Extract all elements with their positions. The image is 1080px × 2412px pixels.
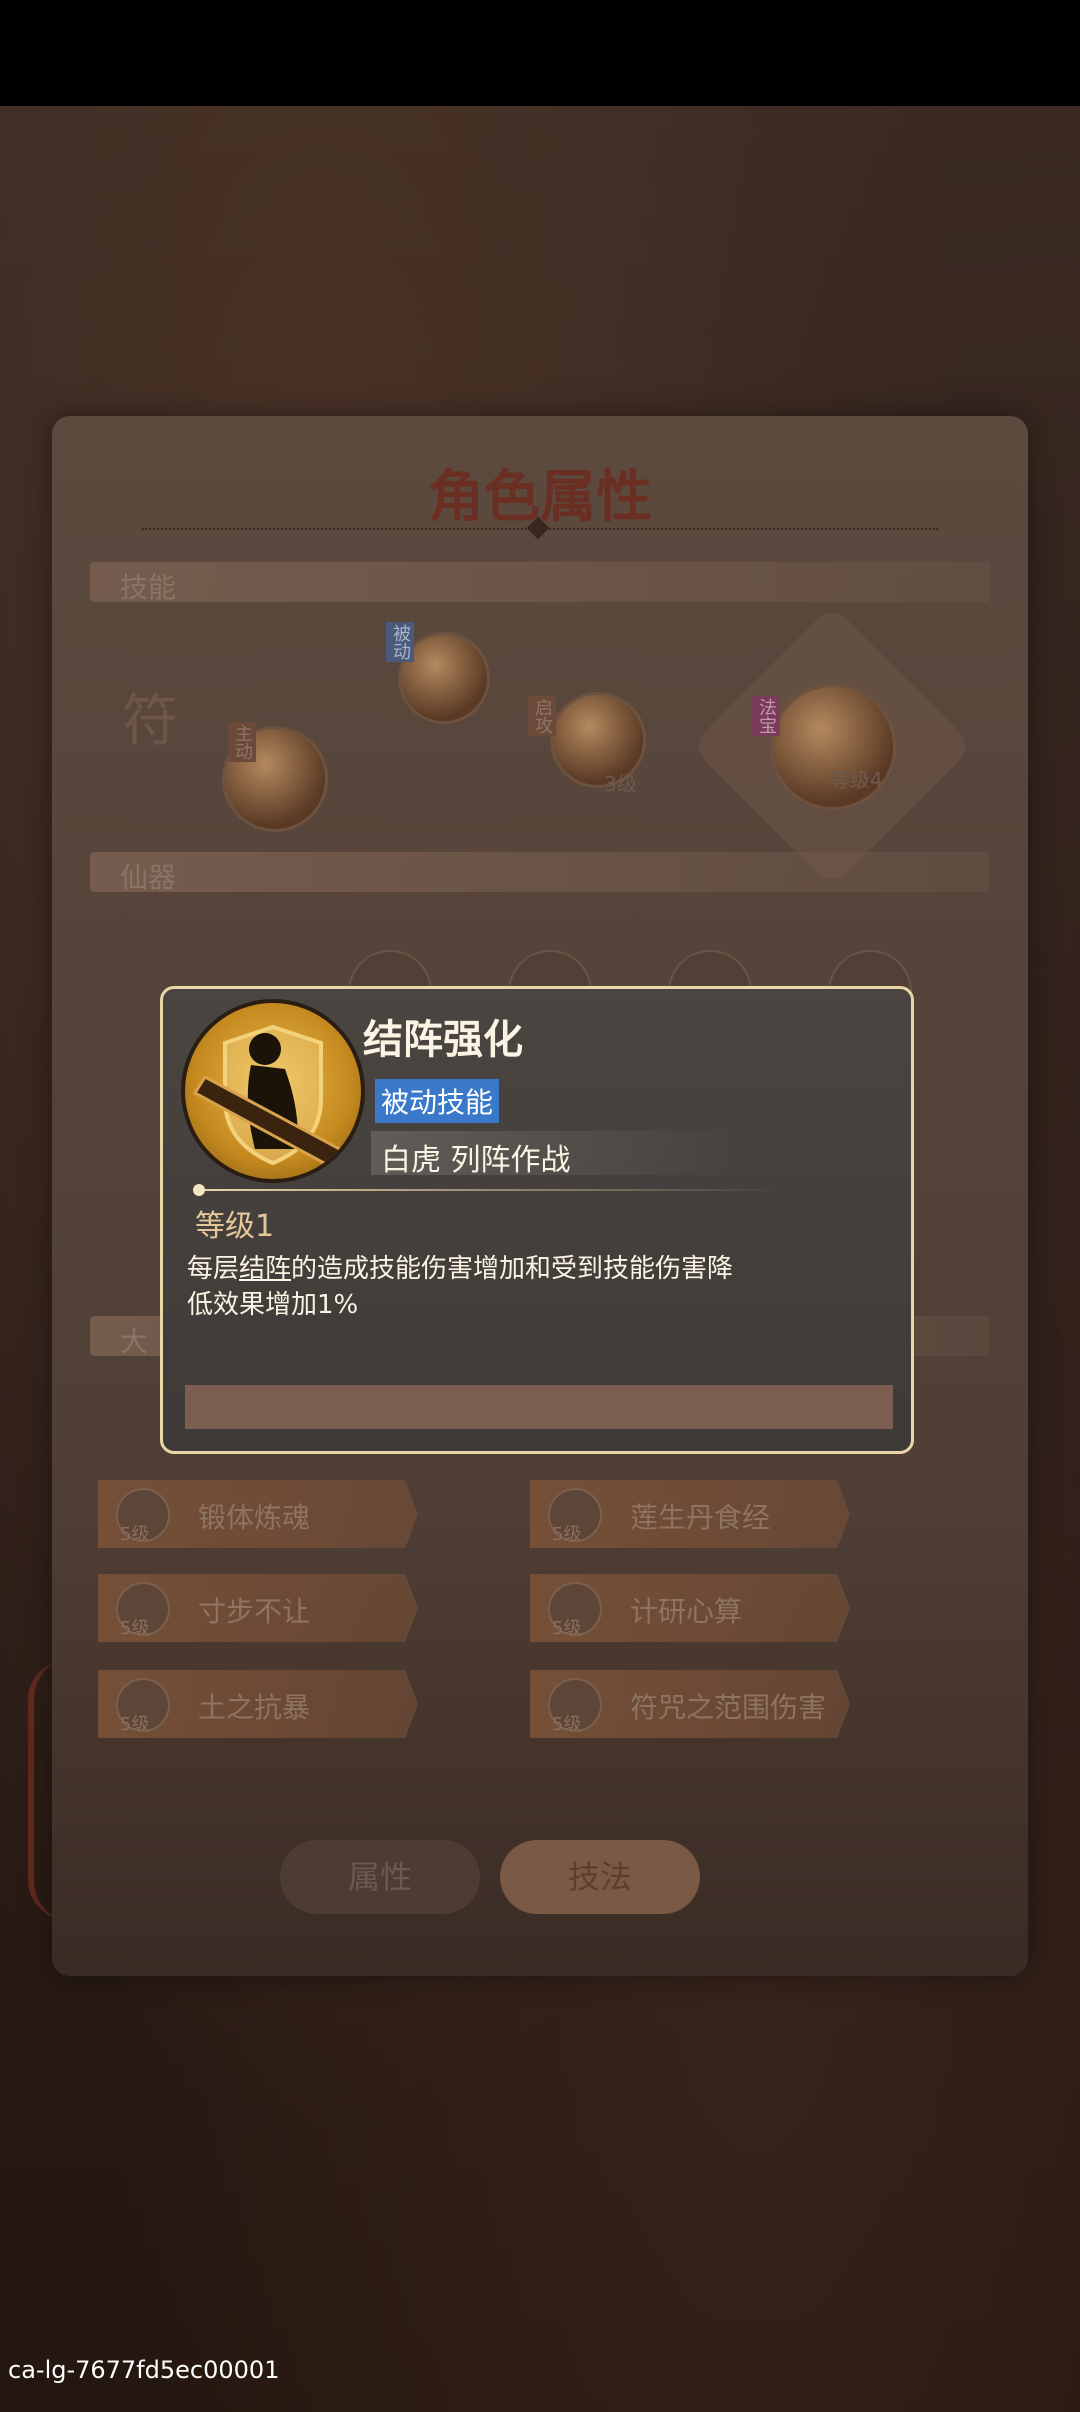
- attack-skill-tag: 启攻: [528, 696, 556, 736]
- talent-level: 5级: [120, 1618, 150, 1639]
- section-label-skills: 技能: [120, 571, 177, 604]
- talent-label: 寸步不让: [198, 1595, 311, 1628]
- skill-description-prefix: 每层: [187, 1254, 240, 1284]
- talent-item[interactable]: 5级 莲生丹食经: [530, 1480, 850, 1548]
- talent-item[interactable]: 5级 土之抗暴: [98, 1670, 418, 1738]
- popup-divider-dot: [193, 1184, 205, 1196]
- talent-level: 5级: [120, 1524, 150, 1545]
- skill-description: 每层结阵的造成技能伤害增加和受到技能伤害降低效果增加1%: [187, 1251, 747, 1323]
- section-label-xianqi: 仙器: [120, 861, 177, 894]
- skill-group: 白虎 列阵作战: [381, 1143, 571, 1178]
- skill-keyword-link[interactable]: 结阵: [239, 1254, 291, 1284]
- skill-name: 结阵强化: [363, 1017, 523, 1063]
- skill-level: 等级1: [195, 1209, 275, 1244]
- talent-label: 莲生丹食经: [630, 1501, 771, 1534]
- section-header-skills: 技能: [90, 562, 990, 604]
- talent-level: 5级: [552, 1524, 582, 1545]
- section-label-talent: 大: [120, 1325, 149, 1358]
- talent-label: 锻体炼魂: [198, 1501, 311, 1534]
- watermark-text: ca-lg-7677fd5ec00001: [8, 2356, 280, 2384]
- talent-item[interactable]: 5级 锻体炼魂: [98, 1480, 418, 1548]
- artifact-tag: 法宝: [752, 696, 780, 736]
- fu-label: 符: [122, 689, 178, 754]
- tab-skills[interactable]: 技法: [500, 1840, 700, 1914]
- talent-label: 土之抗暴: [198, 1691, 311, 1724]
- talent-label: 符咒之范围伤害: [630, 1691, 827, 1724]
- popup-footer-bar: [185, 1385, 893, 1429]
- skill-detail-popup: 结阵强化 被动技能 白虎 列阵作战 等级1 每层结阵的造成技能伤害增加和受到技能…: [160, 986, 914, 1454]
- passive-skill-tag: 被动: [386, 622, 414, 662]
- active-skill-tag: 主动: [228, 722, 256, 762]
- status-bar: [0, 0, 1080, 106]
- tab-attributes[interactable]: 属性: [280, 1840, 480, 1914]
- talent-level: 5级: [552, 1618, 582, 1639]
- popup-divider: [199, 1189, 779, 1191]
- talent-item[interactable]: 5级 寸步不让: [98, 1574, 418, 1642]
- talent-level: 5级: [552, 1714, 582, 1735]
- attack-skill-level: 3级: [604, 772, 637, 796]
- talent-item[interactable]: 5级 符咒之范围伤害: [530, 1670, 850, 1738]
- talent-label: 计研心算: [630, 1595, 743, 1628]
- artifact-level: 等级4: [830, 768, 883, 792]
- talent-level: 5级: [120, 1714, 150, 1735]
- warrior-silhouette-icon: [181, 999, 365, 1183]
- section-header-xianqi: 仙器: [90, 852, 990, 894]
- skill-type-badge: 被动技能: [375, 1079, 500, 1123]
- talent-item[interactable]: 5级 计研心算: [530, 1574, 850, 1642]
